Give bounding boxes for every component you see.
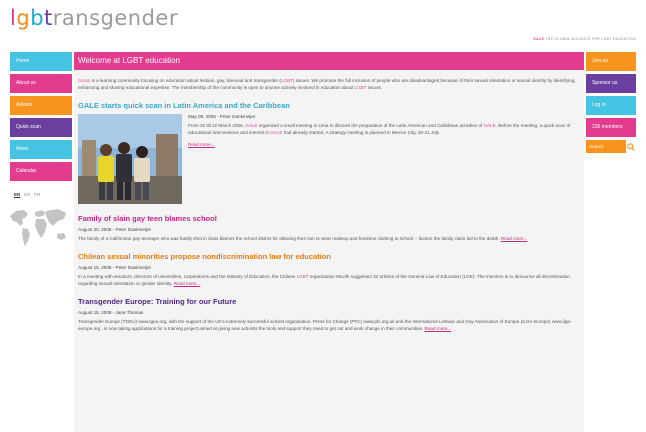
gale-link[interactable]: GALE: [245, 123, 257, 128]
world-map-icon[interactable]: [6, 202, 70, 254]
nav-articles[interactable]: Articles: [10, 96, 72, 115]
article-title[interactable]: Family of slain gay teen blames school: [78, 214, 580, 223]
log-in-button[interactable]: Log in: [586, 96, 636, 115]
tagline-text: THE GLOBAL ALLIANCE FOR LGBT EDUCATION: [544, 37, 636, 41]
main-content: Welcome at LGBT education GALE is a lear…: [74, 52, 584, 432]
featured-article: GALE starts quick scan in Latin America …: [74, 101, 584, 204]
lang-en[interactable]: EN: [14, 192, 20, 197]
article-meta: August 15, 2008 - Jane Thomas: [78, 310, 144, 315]
search-input[interactable]: [586, 140, 626, 153]
join-us-button[interactable]: Join us: [586, 52, 636, 71]
gale-link[interactable]: GALE: [270, 130, 282, 135]
logo-text: ransgender: [52, 6, 178, 30]
search-icon: [627, 142, 635, 151]
article-body: Transgender Europe (TGEU) www.tgeu.org, …: [78, 318, 580, 332]
intro-text-part: issues.: [366, 85, 383, 90]
nav-calendar[interactable]: Calendar: [10, 162, 72, 181]
right-navigation: Join us Sponsor us Log in 236 members: [586, 52, 636, 153]
lgbt-link[interactable]: LGBT: [297, 274, 309, 279]
article-photo[interactable]: [78, 114, 182, 204]
nav-about-us[interactable]: About us: [10, 74, 72, 93]
article-meta: August 20, 2008 - Peter Dankmeijer: [78, 227, 152, 232]
lgbt-link[interactable]: LGBT: [355, 85, 367, 90]
read-more-link[interactable]: Read more...: [188, 142, 215, 147]
left-navigation: Home About us Articles Quick scan News C…: [10, 52, 72, 184]
nav-home[interactable]: Home: [10, 52, 72, 71]
intro-text: GALE is a learning community focusing on…: [74, 70, 584, 91]
sponsor-us-button[interactable]: Sponsor us: [586, 74, 636, 93]
tagline: GALE THE GLOBAL ALLIANCE FOR LGBT EDUCAT…: [533, 37, 636, 41]
logo-letter: t: [44, 6, 53, 30]
article-item: Family of slain gay teen blames school A…: [74, 214, 584, 242]
article-item: Chilean sexual minorities propose nondis…: [74, 252, 584, 287]
members-count[interactable]: 236 members: [586, 118, 636, 137]
tagline-gale: GALE: [533, 37, 545, 41]
body-part: organized a small meeting in Lima to dis…: [257, 123, 484, 128]
article-meta: August 15, 2008 - Peter Dankmeijer: [78, 265, 152, 270]
logo-letter: b: [30, 6, 45, 30]
body-part: From 20 till 22 March 2008,: [188, 123, 246, 128]
body-part: The family of a Californian gay teenager…: [78, 236, 500, 241]
language-switcher: EN ES FR: [14, 192, 44, 197]
article-meta: May 08, 2008 - Peter Dankmeijer: [188, 114, 256, 119]
article-body: From 20 till 22 March 2008, GALE organiz…: [188, 122, 580, 136]
body-part: had already started. A strategy meeting …: [282, 130, 440, 135]
lang-es[interactable]: ES: [24, 192, 30, 197]
search-bar: [586, 140, 636, 153]
body-part: Transgender Europe (TGEU) www.tgeu.org, …: [78, 319, 572, 331]
gale-link[interactable]: GALE: [483, 123, 495, 128]
article-item: Transgender Europe: Training for our Fut…: [74, 297, 584, 332]
page-title: Welcome at LGBT education: [74, 52, 584, 70]
body-part: In a meeting with senators, directors of…: [78, 274, 297, 279]
article-body: The family of a Californian gay teenager…: [78, 235, 580, 242]
lang-fr[interactable]: FR: [34, 192, 40, 197]
nav-quick-scan[interactable]: Quick scan: [10, 118, 72, 137]
article-title[interactable]: Chilean sexual minorities propose nondis…: [78, 252, 580, 261]
logo-letter: g: [16, 6, 31, 30]
article-title[interactable]: GALE starts quick scan in Latin America …: [78, 101, 580, 110]
lgbt-link[interactable]: LGBT: [281, 78, 293, 83]
article-body: In a meeting with senators, directors of…: [78, 273, 580, 287]
site-logo[interactable]: lgbtransgender: [10, 6, 178, 30]
search-button[interactable]: [626, 140, 636, 153]
nav-news[interactable]: News: [10, 140, 72, 159]
gale-link[interactable]: GALE: [78, 78, 90, 83]
article-title[interactable]: Transgender Europe: Training for our Fut…: [78, 297, 580, 306]
read-more-link[interactable]: Read more...: [425, 326, 452, 331]
intro-text-part: is a learning community focusing on educ…: [90, 78, 281, 83]
read-more-link[interactable]: Read more...: [174, 281, 201, 286]
read-more-link[interactable]: Read more...: [501, 236, 528, 241]
